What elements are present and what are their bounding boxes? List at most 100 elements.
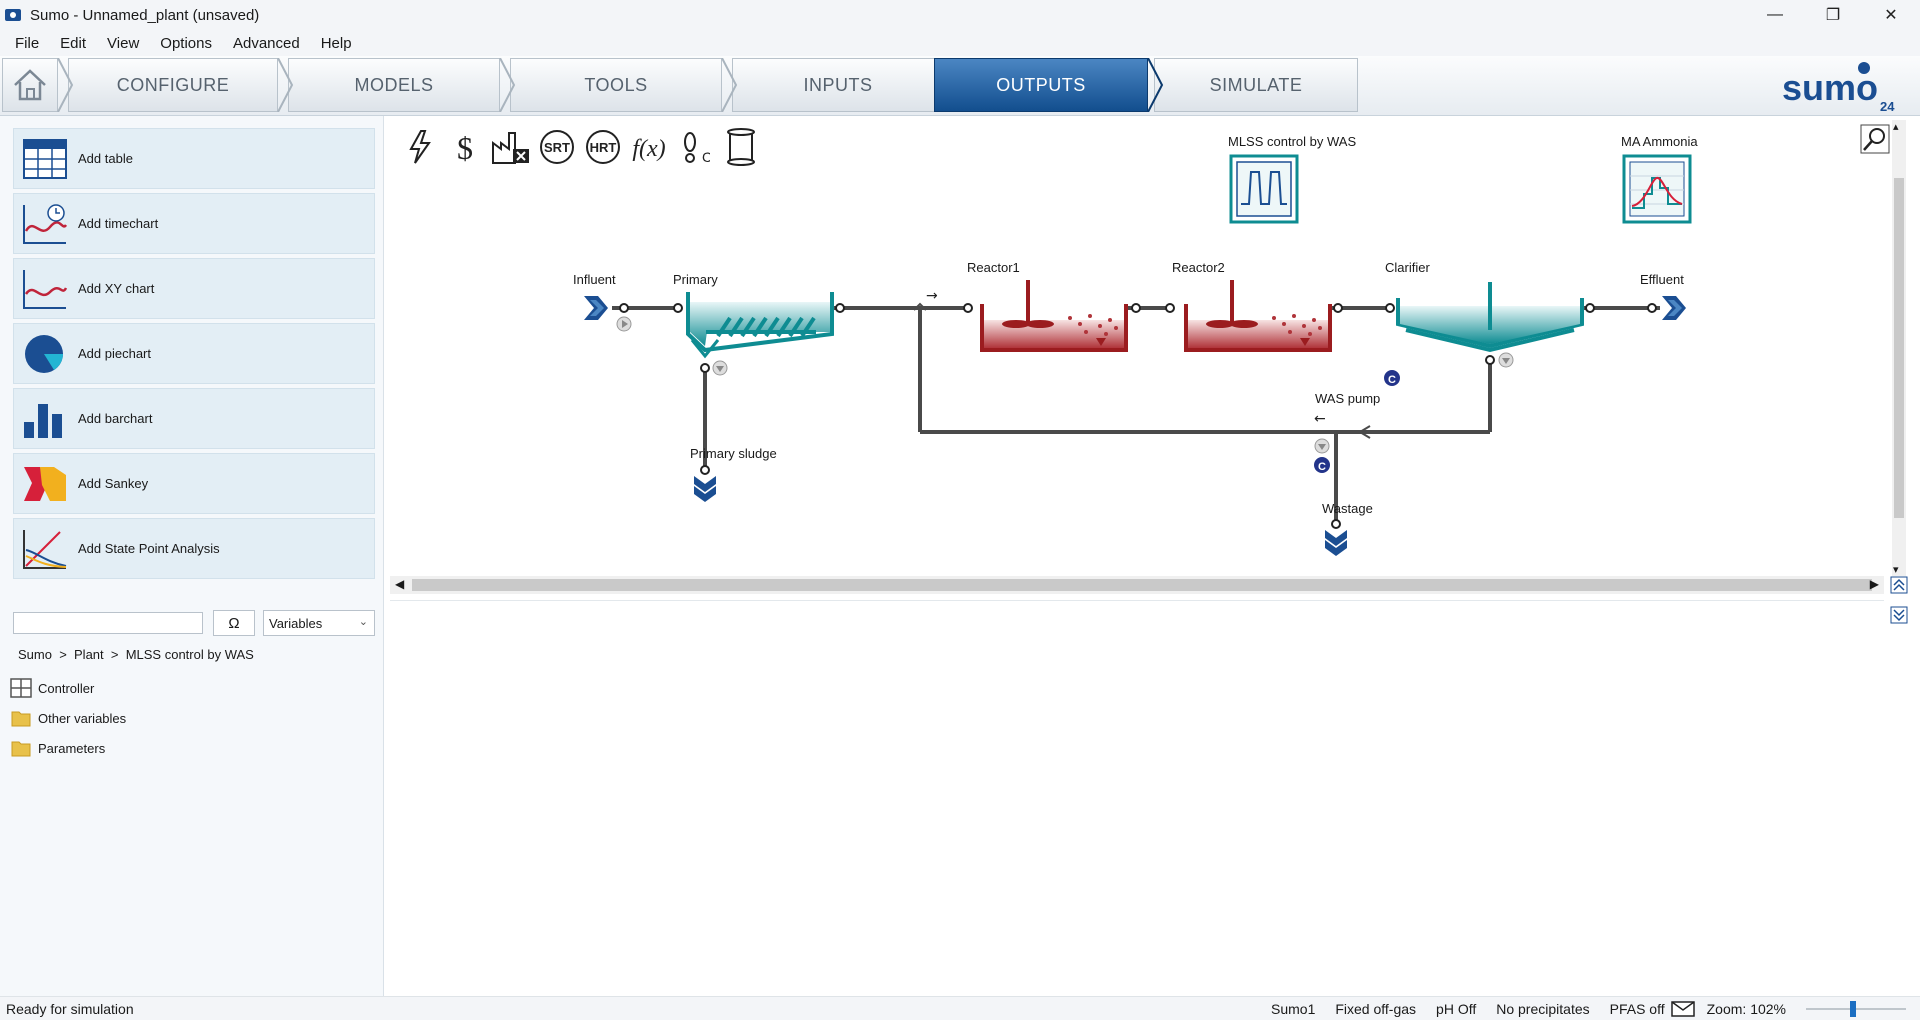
menu-options[interactable]: Options: [160, 35, 212, 52]
svg-text:→: →: [926, 288, 938, 304]
chevron-separator-icon: [499, 58, 516, 112]
add-table-button[interactable]: Add table: [13, 128, 375, 189]
svg-text:HRT: HRT: [590, 140, 617, 155]
menu-advanced[interactable]: Advanced: [233, 35, 300, 52]
restore-button[interactable]: ❐: [1804, 0, 1862, 30]
variables-dropdown-value: Variables: [269, 615, 323, 631]
add-xy-chart-button[interactable]: Add XY chart: [13, 258, 375, 319]
chevron-down-icon: ⌄: [358, 616, 368, 628]
influent-icon: [584, 296, 632, 332]
close-button[interactable]: ✕: [1862, 0, 1920, 30]
chevron-left-icon[interactable]: ◀: [395, 577, 404, 591]
menu-help[interactable]: Help: [321, 35, 352, 52]
add-table-label: Add table: [78, 151, 133, 166]
breadcrumb-current[interactable]: MLSS control by WAS: [126, 647, 254, 662]
canvas-vertical-scrollbar[interactable]: ▴ ▾: [1892, 120, 1906, 576]
tree-item-other-variables[interactable]: Other variables: [10, 706, 126, 730]
omega-button[interactable]: Ω: [213, 610, 255, 636]
controller-chart-icon[interactable]: [1229, 154, 1299, 224]
zoom-slider-handle[interactable]: [1850, 1000, 1856, 1017]
unit-label-was-pump: WAS pump: [1315, 391, 1381, 406]
srt-tool-button[interactable]: SRT: [536, 126, 578, 168]
scroll-thumb[interactable]: [1894, 178, 1904, 518]
home-icon: [14, 69, 46, 101]
collapse-down-icon[interactable]: [1890, 606, 1908, 624]
function-tool-button[interactable]: f(x): [628, 126, 670, 168]
hrt-tool-button[interactable]: HRT: [582, 126, 624, 168]
add-piechart-button[interactable]: Add piechart: [13, 323, 375, 384]
tab-models[interactable]: MODELS: [288, 58, 500, 112]
xy-chart-icon: [23, 269, 68, 309]
tab-simulate[interactable]: SIMULATE: [1154, 58, 1358, 112]
unit-label-clarifier: Clarifier: [1385, 260, 1430, 275]
add-state-point-analysis-label: Add State Point Analysis: [78, 541, 220, 556]
scroll-tool-button[interactable]: [720, 126, 762, 168]
lightning-tool-button[interactable]: [398, 126, 440, 168]
piechart-icon: [25, 334, 63, 373]
add-xy-chart-label: Add XY chart: [78, 281, 155, 296]
tree-item-controller[interactable]: Controller: [10, 676, 94, 700]
effluent-icon: [1662, 296, 1686, 320]
add-sankey-button[interactable]: Add Sankey: [13, 453, 375, 514]
menu-bar: File Edit View Options Advanced Help: [0, 30, 1920, 56]
unit-label-primary: Primary: [673, 272, 718, 287]
clarifier-icon: [1396, 282, 1584, 368]
svg-text:$: $: [457, 130, 473, 165]
svg-text:C: C: [1388, 374, 1396, 386]
scroll-thumb[interactable]: [412, 579, 1872, 591]
tab-tools[interactable]: TOOLS: [510, 58, 722, 112]
left-panel: Add table Add timechart Add XY chart Add…: [0, 116, 384, 996]
state-point-analysis-icon: [23, 529, 67, 569]
chevron-separator-icon: [1147, 58, 1164, 112]
sumo-logo: sumo 24: [1782, 62, 1895, 112]
process-flow-diagram[interactable]: C C → ←: [570, 280, 1700, 570]
tab-configure[interactable]: CONFIGURE: [68, 58, 278, 112]
unit-label-reactor1: Reactor1: [967, 260, 1020, 275]
svg-text:24: 24: [1880, 99, 1895, 112]
reactor2-icon: [1184, 280, 1332, 352]
tab-outputs[interactable]: OUTPUTS: [934, 58, 1148, 112]
magnifier-icon[interactable]: [1860, 124, 1890, 154]
chevron-down-icon[interactable]: ▾: [1893, 563, 1899, 576]
chevron-right-icon[interactable]: ▶: [1870, 577, 1879, 591]
minimize-button[interactable]: —: [1746, 0, 1804, 30]
collapse-up-icon[interactable]: [1890, 576, 1908, 594]
menu-view[interactable]: View: [107, 35, 139, 52]
canvas-horizontal-scrollbar[interactable]: ◀ ▶: [390, 576, 1884, 594]
zoom-slider[interactable]: [1806, 997, 1906, 1021]
breadcrumb-sumo[interactable]: Sumo: [18, 647, 52, 662]
menu-edit[interactable]: Edit: [60, 35, 86, 52]
unit-label-wastage: Wastage: [1322, 501, 1373, 516]
tree-item-parameters[interactable]: Parameters: [10, 736, 105, 760]
status-precipitates: No precipitates: [1496, 1000, 1590, 1017]
home-button[interactable]: [2, 58, 58, 112]
tree-item-label: Other variables: [38, 710, 127, 726]
controller-badge-icon: C: [1384, 370, 1400, 386]
breadcrumb-plant[interactable]: Plant: [74, 647, 104, 662]
pollutant-tool-button[interactable]: [490, 126, 532, 168]
add-timechart-button[interactable]: Add timechart: [13, 193, 375, 254]
folder-icon: [11, 741, 31, 757]
chevron-up-icon[interactable]: ▴: [1893, 120, 1899, 133]
add-barchart-button[interactable]: Add barchart: [13, 388, 375, 449]
svg-text:f(x): f(x): [632, 136, 665, 162]
primary-clarifier-icon: [686, 292, 834, 376]
menu-file[interactable]: File: [15, 35, 39, 52]
tree-item-label: Parameters: [38, 740, 106, 756]
cost-tool-button[interactable]: $: [444, 126, 486, 168]
footprint-tool-button[interactable]: C: [674, 126, 716, 168]
window-title: Sumo - Unnamed_plant (unsaved): [30, 6, 260, 24]
output-panel: [390, 600, 1884, 996]
lightning-icon: [409, 130, 431, 164]
status-offgas: Fixed off-gas: [1335, 1000, 1417, 1017]
breadcrumb: Sumo > Plant > MLSS control by WAS: [18, 647, 254, 662]
unit-label-effluent: Effluent: [1640, 272, 1684, 287]
folder-icon: [11, 711, 31, 727]
moving-average-chart-icon[interactable]: [1622, 154, 1692, 224]
add-state-point-analysis-button[interactable]: Add State Point Analysis: [13, 518, 375, 579]
pollutant-icon: [492, 132, 529, 164]
variable-search-input[interactable]: [13, 612, 203, 634]
mail-icon[interactable]: [1670, 1000, 1695, 1017]
variables-dropdown[interactable]: Variables ⌄: [263, 610, 375, 636]
tab-inputs[interactable]: INPUTS: [732, 58, 944, 112]
